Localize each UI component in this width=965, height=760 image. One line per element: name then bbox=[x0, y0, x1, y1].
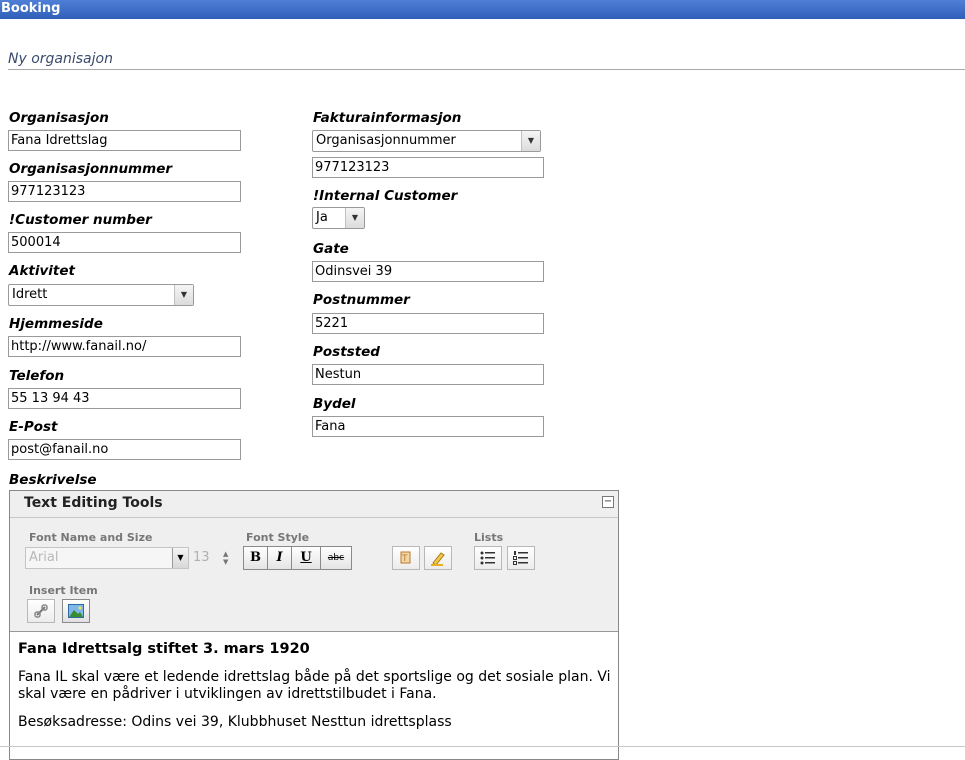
customer-number-input[interactable]: 500014 bbox=[8, 232, 241, 253]
epost-input[interactable]: post@fanail.no bbox=[8, 439, 241, 460]
collapse-toolbar-button[interactable]: − bbox=[602, 496, 614, 508]
poststed-label: Poststed bbox=[313, 344, 380, 360]
toolbar-title: Text Editing Tools bbox=[24, 495, 163, 511]
spinner-icon: ▲ ▼ bbox=[223, 550, 229, 566]
font-size-spinner[interactable]: 13 ▲ ▼ bbox=[193, 547, 235, 569]
highlight-icon bbox=[431, 552, 445, 566]
dropdown-arrow-icon: ▼ bbox=[521, 131, 540, 151]
dropdown-arrow-icon: ▼ bbox=[345, 208, 364, 228]
organisasjon-input[interactable]: Fana Idrettslag bbox=[8, 130, 241, 151]
numbered-list-button[interactable] bbox=[507, 546, 535, 570]
bydel-input[interactable]: Fana bbox=[312, 416, 544, 437]
bullet-list-icon bbox=[480, 551, 495, 565]
insert-image-button[interactable] bbox=[62, 599, 90, 623]
font-name-value: Arial bbox=[29, 550, 59, 565]
page-subtitle: Ny organisajon bbox=[8, 51, 113, 67]
gate-input[interactable]: Odinsvei 39 bbox=[312, 261, 544, 282]
toolbar-divider bbox=[10, 517, 618, 518]
postnummer-input[interactable]: 5221 bbox=[312, 313, 544, 334]
internal-customer-label: !Internal Customer bbox=[313, 188, 458, 204]
bold-button[interactable]: B bbox=[243, 546, 268, 570]
text-color-icon: T bbox=[400, 551, 411, 564]
content-paragraph: Besøksadresse: Odins vei 39, Klubbhuset … bbox=[18, 714, 452, 730]
dropdown-arrow-icon: ▼ bbox=[172, 548, 188, 568]
bydel-label: Bydel bbox=[313, 396, 356, 412]
faktura-select-value: Organisasjonnummer bbox=[316, 133, 456, 148]
postnummer-label: Postnummer bbox=[313, 292, 410, 308]
faktura-select[interactable]: Organisasjonnummer ▼ bbox=[312, 130, 541, 152]
link-icon bbox=[34, 604, 48, 618]
hjemmeside-label: Hjemmeside bbox=[9, 316, 103, 332]
font-name-select[interactable]: Arial ▼ bbox=[25, 547, 189, 569]
orgnr-label: Organisasjonnummer bbox=[9, 161, 173, 177]
aktivitet-value: Idrett bbox=[12, 287, 48, 302]
insert-item-group-label: Insert Item bbox=[29, 584, 98, 597]
lists-group-label: Lists bbox=[474, 531, 504, 544]
faktura-label: Fakturainformasjon bbox=[313, 110, 462, 126]
internal-customer-select[interactable]: Ja ▼ bbox=[312, 207, 365, 229]
image-icon bbox=[68, 604, 84, 618]
app-title: Booking bbox=[1, 1, 61, 16]
font-name-size-group-label: Font Name and Size bbox=[29, 531, 153, 544]
underline-button[interactable]: U bbox=[291, 546, 321, 570]
organisasjon-label: Organisasjon bbox=[9, 110, 109, 126]
page-bottom-divider bbox=[0, 746, 965, 747]
content-heading: Fana Idrettsalg stiftet 3. mars 1920 bbox=[18, 641, 310, 657]
editor-content[interactable]: Fana Idrettsalg stiftet 3. mars 1920 Fan… bbox=[18, 641, 618, 742]
content-paragraph: Fana IL skal være et ledende idrettslag … bbox=[18, 669, 611, 702]
internal-customer-value: Ja bbox=[316, 210, 328, 225]
aktivitet-label: Aktivitet bbox=[9, 263, 75, 279]
bullet-list-button[interactable] bbox=[474, 546, 502, 570]
gate-label: Gate bbox=[313, 241, 349, 257]
rich-text-editor: Text Editing Tools − Font Name and Size … bbox=[9, 490, 619, 760]
svg-text:T: T bbox=[401, 554, 408, 564]
hjemmeside-input[interactable]: http://www.fanail.no/ bbox=[8, 336, 241, 357]
highlight-button[interactable] bbox=[424, 546, 452, 570]
insert-link-button[interactable] bbox=[27, 599, 55, 623]
poststed-input[interactable]: Nestun bbox=[312, 364, 544, 385]
editor-toolbar: Text Editing Tools − Font Name and Size … bbox=[10, 491, 618, 632]
aktivitet-select[interactable]: Idrett ▼ bbox=[8, 284, 194, 306]
telefon-label: Telefon bbox=[9, 368, 65, 384]
orgnr-input[interactable]: 977123123 bbox=[8, 181, 241, 202]
dropdown-arrow-icon: ▼ bbox=[174, 285, 193, 305]
app-title-bar: Booking bbox=[0, 0, 965, 19]
italic-button[interactable]: I bbox=[267, 546, 292, 570]
subtitle-divider bbox=[8, 69, 965, 70]
faktura-input[interactable]: 977123123 bbox=[312, 157, 544, 178]
epost-label: E-Post bbox=[9, 419, 58, 435]
telefon-input[interactable]: 55 13 94 43 bbox=[8, 388, 241, 409]
beskrivelse-label: Beskrivelse bbox=[9, 472, 97, 488]
numbered-list-icon bbox=[513, 551, 528, 565]
text-color-button[interactable]: T bbox=[392, 546, 420, 570]
strikethrough-button[interactable]: abc bbox=[320, 546, 352, 570]
customer-number-label: !Customer number bbox=[9, 212, 152, 228]
font-size-value: 13 bbox=[193, 550, 210, 565]
font-style-group-label: Font Style bbox=[246, 531, 310, 544]
